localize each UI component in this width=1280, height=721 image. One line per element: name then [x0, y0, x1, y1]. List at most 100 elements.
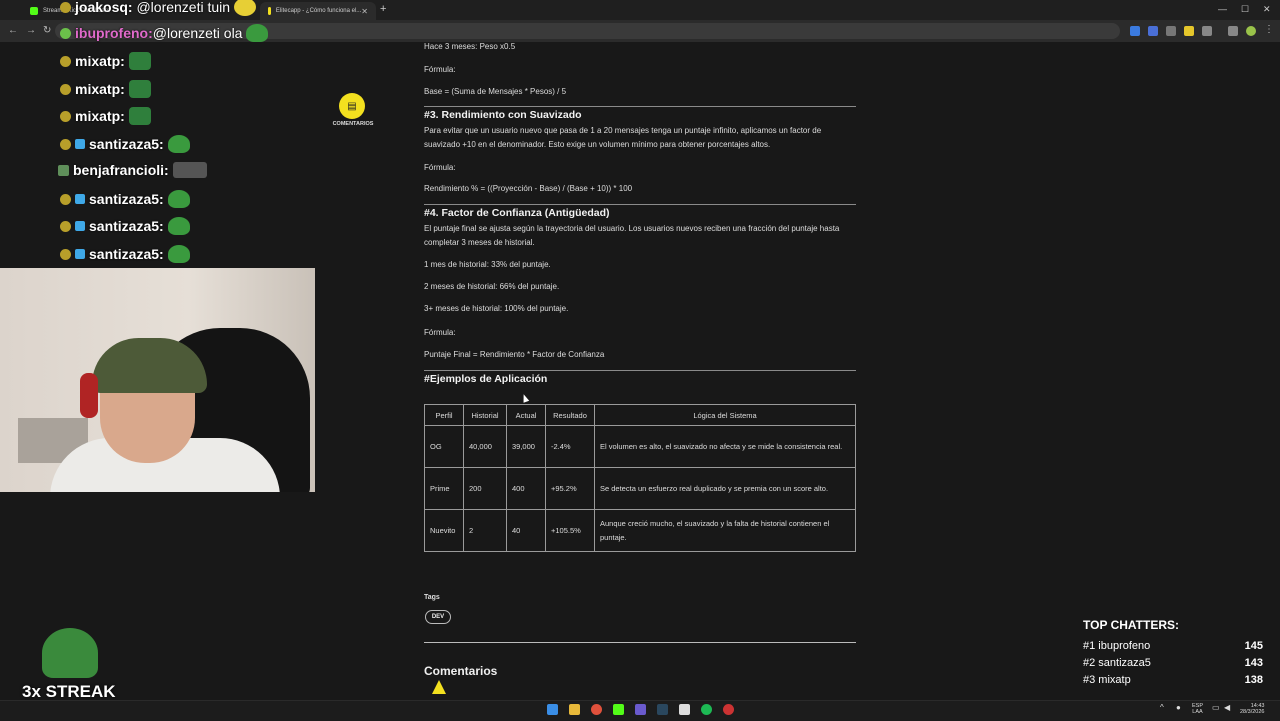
emote-icon — [167, 190, 190, 208]
chat-message: santizaza5: — [60, 217, 190, 235]
formula-label: Fórmula: — [424, 163, 456, 172]
volume-icon[interactable]: ◀ — [1224, 704, 1230, 712]
badge-icon — [75, 249, 85, 259]
table-cell: Prime — [424, 467, 464, 510]
app-icon[interactable] — [723, 704, 734, 715]
top-chatter-row: #3 mixatp 138 — [1083, 674, 1263, 686]
chat-text: @lorenzeti ola — [152, 25, 243, 41]
tray-chevron-icon[interactable]: ^ — [1160, 704, 1164, 712]
table-cell: 40 — [506, 509, 546, 552]
chat-nick: santizaza5: — [89, 191, 164, 207]
formula-label: Fórmula: — [424, 65, 456, 74]
column-header: Perfil — [424, 404, 464, 426]
spotify-icon[interactable] — [701, 704, 712, 715]
table-cell: 40,000 — [463, 425, 507, 468]
language-indicator[interactable]: ESP LAA — [1192, 703, 1203, 715]
streak-label: 3x STREAK — [22, 682, 116, 701]
table-cell: +105.5% — [545, 509, 595, 552]
badge-icon — [60, 138, 71, 150]
clock-date: 28/3/2026 — [1240, 709, 1265, 715]
table-row: Prime 200 400 +95.2% Se detecta un esfue… — [424, 467, 856, 510]
top-chatter-row: #2 santizaza5 143 — [1083, 657, 1263, 669]
badge-icon — [60, 248, 71, 260]
file-explorer-icon[interactable] — [569, 704, 580, 715]
extension-icon[interactable] — [1184, 26, 1194, 36]
menu-icon[interactable]: ⋮ — [1264, 24, 1274, 35]
chat-message: ibuprofeno: @lorenzeti ola — [60, 24, 269, 42]
chat-message: santizaza5: — [60, 190, 190, 208]
emote-icon — [167, 217, 190, 235]
tab-search-icon[interactable] — [1228, 26, 1238, 36]
chrome-icon[interactable] — [591, 704, 602, 715]
chat-message: benjafrancioli: — [58, 162, 207, 178]
top-chatter-count: 145 — [1244, 640, 1263, 652]
chat-nick: benjafrancioli: — [73, 162, 169, 178]
chat-message: mixatp: — [60, 52, 151, 70]
steam-icon[interactable] — [657, 704, 668, 715]
comments-button-label: COMENTARIOS — [332, 121, 374, 127]
comments-floating-button[interactable]: ▤ — [339, 93, 365, 119]
badge-icon — [60, 110, 71, 122]
maximize-button[interactable]: ☐ — [1241, 4, 1249, 15]
minimize-button[interactable]: — — [1218, 4, 1227, 14]
top-chatter-name: #2 santizaza5 — [1083, 657, 1151, 669]
history-line-1: 1 mes de historial: 33% del puntaje. — [424, 260, 551, 269]
webcam-feed — [0, 268, 315, 492]
badge-icon — [60, 220, 71, 232]
kick-app-icon[interactable] — [613, 704, 624, 715]
column-header: Actual — [506, 404, 546, 426]
tag-dev[interactable]: DEV — [425, 610, 451, 624]
table-cell: 200 — [463, 467, 507, 510]
chat-nick: joakosq: — [75, 0, 133, 15]
discord-icon[interactable] — [635, 704, 646, 715]
emote-icon — [246, 24, 269, 42]
examples-title: #Ejemplos de Aplicación — [424, 370, 856, 385]
top-chatter-count: 143 — [1244, 657, 1263, 669]
section4-text: El puntaje final se ajusta según la tray… — [424, 224, 840, 247]
top-chatter-count: 138 — [1244, 674, 1263, 686]
notepad-icon[interactable] — [679, 704, 690, 715]
close-tab-icon[interactable]: ✕ — [361, 7, 368, 16]
table-cell: Se detecta un esfuerzo real duplicado y … — [594, 467, 856, 510]
badge-icon — [58, 164, 69, 176]
chat-nick: santizaza5: — [89, 218, 164, 234]
chat-nick: mixatp: — [75, 81, 125, 97]
chat-message: santizaza5: — [60, 245, 190, 263]
badge-icon — [75, 221, 85, 231]
extension-icon[interactable] — [1166, 26, 1176, 36]
emote-icon — [234, 0, 257, 16]
network-icon[interactable]: ▭ — [1212, 704, 1220, 712]
badge-icon — [60, 55, 71, 67]
emote-icon — [128, 107, 151, 125]
chat-nick: mixatp: — [75, 108, 125, 124]
extension-icon[interactable] — [1148, 26, 1158, 36]
top-chatters-title: TOP CHATTERS: — [1083, 618, 1180, 632]
stream-chat-overlay: joakosq: @lorenzeti tuin ibuprofeno: @lo… — [0, 0, 315, 268]
chat-nick: santizaza5: — [89, 136, 164, 152]
comments-title: Comentarios — [424, 664, 498, 678]
column-header: Historial — [463, 404, 507, 426]
new-tab-button[interactable]: + — [380, 3, 386, 15]
table-cell: Nuevito — [424, 509, 464, 552]
table-cell: -2.4% — [545, 425, 595, 468]
table-row: Nuevito 2 40 +105.5% Aunque creció mucho… — [424, 509, 856, 552]
badge-icon — [60, 27, 71, 39]
extensions-puzzle-icon[interactable] — [1202, 26, 1212, 36]
windows-start-icon[interactable] — [547, 704, 558, 715]
history-line-3: 3+ meses de historial: 100% del puntaje. — [424, 304, 569, 313]
chat-message: santizaza5: — [60, 135, 190, 153]
extension-icon[interactable] — [1130, 26, 1140, 36]
table-cell: OG — [424, 425, 464, 468]
chat-nick: santizaza5: — [89, 246, 164, 262]
formula-rendimiento: Rendimiento % = ((Proyección - Base) / (… — [424, 184, 633, 193]
badge-icon — [75, 194, 85, 204]
close-window-button[interactable]: ✕ — [1263, 4, 1271, 15]
emote-icon — [172, 162, 207, 178]
badge-icon — [60, 83, 71, 95]
table-cell: +95.2% — [545, 467, 595, 510]
clock[interactable]: 14:43 28/3/2026 — [1240, 703, 1264, 715]
formula-puntaje-final: Puntaje Final = Rendimiento * Factor de … — [424, 350, 605, 359]
profile-avatar[interactable] — [1246, 26, 1256, 36]
microphone-icon[interactable]: ● — [1176, 704, 1181, 712]
language-layout: LAA — [1192, 709, 1203, 715]
